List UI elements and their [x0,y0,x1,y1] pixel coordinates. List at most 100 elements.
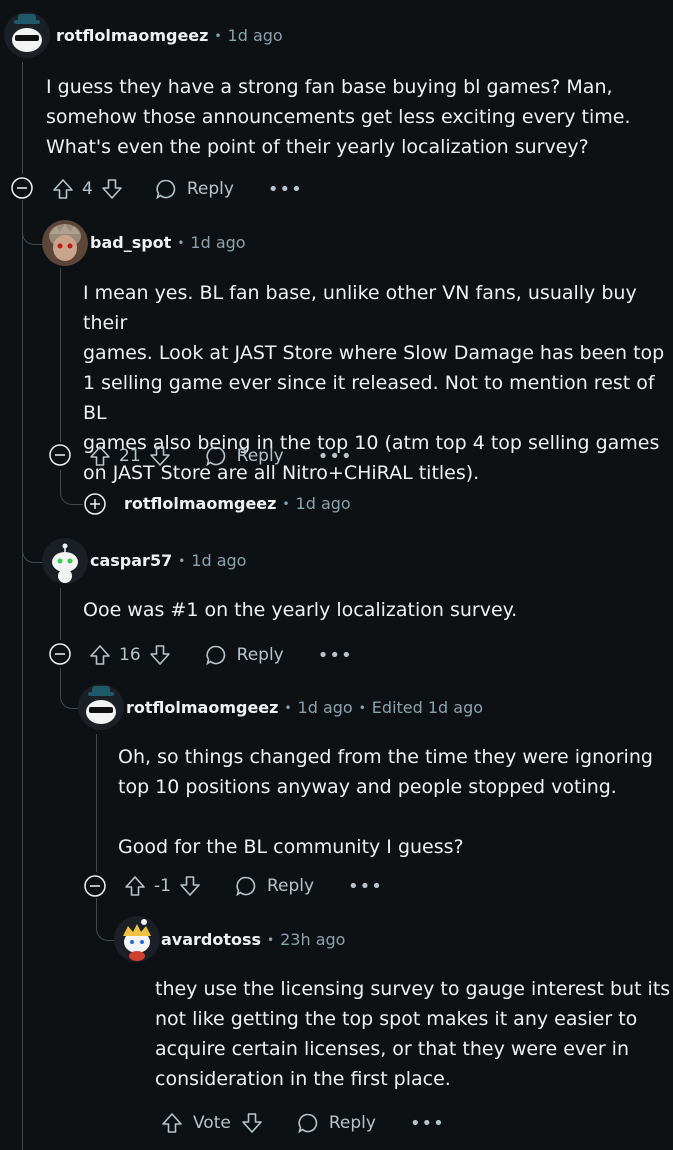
upvote-icon [162,1113,182,1133]
collapse-icon [49,643,71,665]
comment-actions: -1 Reply ••• [124,871,383,901]
downvote-icon [149,446,170,466]
comment-timestamp[interactable]: 23h ago [280,930,345,949]
upvote-icon [90,645,110,665]
collapse-thread-button[interactable] [49,643,71,665]
upvote-button[interactable] [89,445,111,467]
comment-actions: 21 Reply ••• [89,441,353,471]
user-avatar-icon [42,220,88,266]
comment-timestamp[interactable]: 1d ago [190,233,245,252]
avatar[interactable] [42,220,88,266]
collapse-thread-button[interactable] [11,177,33,199]
comment-body: I guess they have a strong fan base buyi… [46,76,631,158]
reply-icon [298,1113,318,1134]
comment-body: they use the licensing survey to gauge i… [155,978,671,1090]
comment-author[interactable]: bad_spot [90,233,171,252]
upvote-icon [53,179,73,199]
reply-label: Reply [266,876,315,896]
comment-actions: 4 Reply ••• [52,174,303,204]
thread-line-root [22,62,23,174]
collapse-thread-button[interactable] [49,444,71,466]
reply-button[interactable]: Reply [155,178,234,200]
upvote-button[interactable] [161,1112,183,1134]
thread-connector [22,520,43,563]
reply-button[interactable]: Reply [235,875,314,897]
downvote-button[interactable] [101,178,123,200]
vote-label: Vote [193,1113,231,1133]
upvote-button[interactable] [52,178,74,200]
collapse-icon [49,444,71,466]
separator-dot: • [267,932,275,947]
downvote-icon [180,876,200,896]
thread-connector [96,898,115,941]
reply-button[interactable]: Reply [297,1112,376,1134]
snoo-avatar-icon [114,916,160,962]
thread-line-level2 [60,268,61,442]
reply-label: Reply [186,179,234,199]
comment-author[interactable]: rotflolmaomgeez [124,494,276,513]
separator-dot: • [178,553,186,568]
more-options-icon[interactable]: ••• [318,446,353,467]
vote-count: 4 [82,179,93,199]
comment-timestamp[interactable]: 1d ago [191,551,246,570]
separator-dot: • [284,700,292,715]
downvote-button[interactable] [149,644,171,666]
reply-icon [156,179,176,200]
snoo-avatar-icon [42,538,88,584]
comment-body: Oh, so things changed from the time they… [118,746,653,858]
separator-dot: • [282,496,290,511]
comment-author[interactable]: rotflolmaomgeez [56,26,208,45]
downvote-button[interactable] [179,875,201,897]
thread-connector [60,470,83,505]
comment-timestamp[interactable]: 1d ago [228,26,283,45]
upvote-icon [125,876,145,896]
reply-button[interactable]: Reply [205,644,284,666]
vote-count: 16 [119,645,141,665]
reply-icon [205,645,225,666]
expand-thread-button[interactable] [84,493,106,515]
comment-actions: Vote Reply ••• [161,1108,445,1138]
avatar[interactable] [78,684,124,730]
avatar[interactable] [4,12,50,58]
separator-dot: • [358,700,366,715]
reply-icon [236,876,256,897]
comment-author[interactable]: caspar57 [90,551,172,570]
expand-icon [84,493,106,515]
comment-author[interactable]: rotflolmaomgeez [126,698,278,717]
downvote-button[interactable] [149,445,171,467]
comment-timestamp[interactable]: 1d ago [298,698,353,717]
vote-count: 21 [119,446,141,466]
upvote-icon [90,446,110,466]
avatar[interactable] [114,916,160,962]
collapse-icon [84,875,106,897]
downvote-icon [149,645,170,665]
thread-line-root-children [22,200,23,1150]
thread-line-level2 [60,588,61,640]
reply-label: Reply [236,645,284,665]
upvote-button[interactable] [89,644,111,666]
thread-connector [60,668,79,709]
comment-timestamp[interactable]: 1d ago [296,494,351,513]
separator-dot: • [214,28,222,43]
more-options-icon[interactable]: ••• [268,179,303,200]
downvote-button[interactable] [241,1112,263,1134]
more-options-icon[interactable]: ••• [318,645,353,666]
edited-label: Edited 1d ago [371,698,484,717]
comment-body: Ooe was #1 on the yearly localization su… [83,599,518,621]
reply-label: Reply [236,446,284,466]
separator-dot: • [177,235,185,250]
comment-author[interactable]: avardotoss [161,930,261,949]
comment-actions: 16 Reply ••• [89,640,353,670]
collapse-icon [11,177,33,199]
thread-connector [22,200,43,245]
collapse-thread-button[interactable] [84,875,106,897]
more-options-icon[interactable]: ••• [348,876,383,897]
downvote-icon [102,179,122,199]
reply-button[interactable]: Reply [205,445,284,467]
snoo-avatar-icon [4,12,50,58]
upvote-button[interactable] [124,875,146,897]
avatar[interactable] [42,538,88,584]
more-options-icon[interactable]: ••• [410,1113,445,1134]
thread-line-level3 [96,734,97,872]
reply-icon [205,446,225,467]
